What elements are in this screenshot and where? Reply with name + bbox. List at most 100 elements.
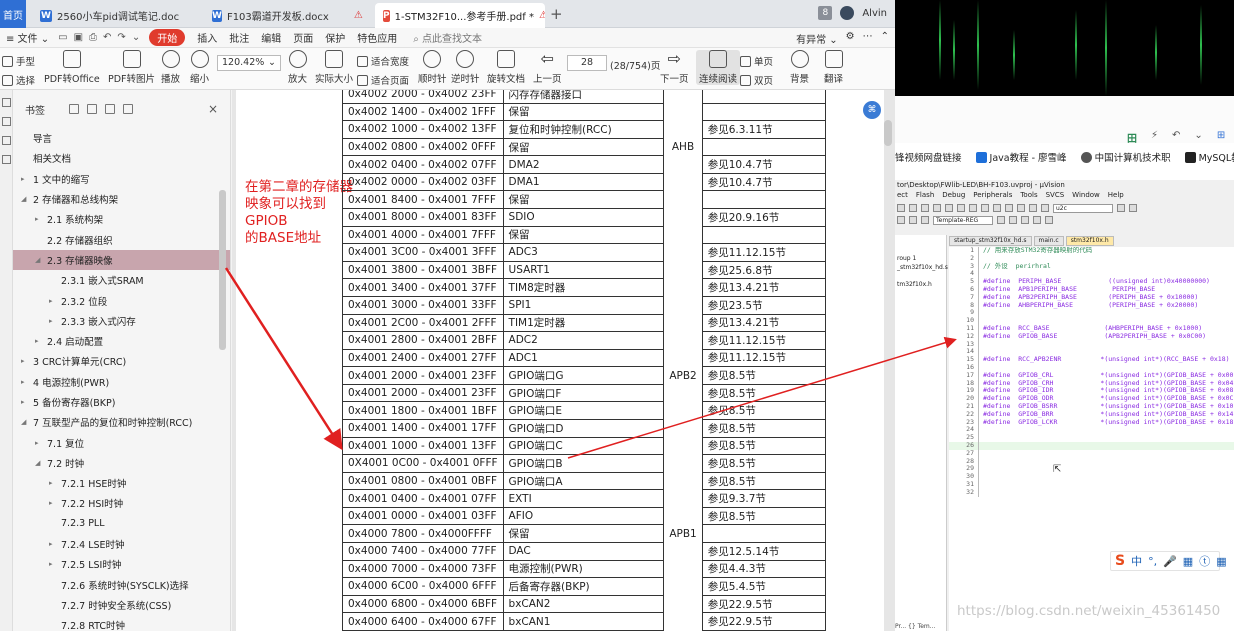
menu-file[interactable]: ≡ 文件 ⌄ [6, 30, 49, 45]
chevron-right-icon[interactable]: ▸ [49, 560, 61, 568]
sidebar-item[interactable]: 导言 [13, 128, 230, 148]
editor-tab[interactable]: startup_stm32f10x_hd.s [949, 236, 1032, 246]
chevron-right-icon[interactable]: ▸ [49, 297, 61, 305]
chevron-right-icon[interactable]: ◢ [21, 195, 33, 203]
close-icon[interactable]: × [208, 102, 218, 116]
pdf-to-office-button[interactable]: PDF转Office [44, 50, 100, 85]
uv-menu-item[interactable]: SVCS [1046, 191, 1065, 202]
sidebar-item[interactable]: ◢ 2 存储器和总线构架 [13, 189, 230, 209]
zoom-in-button[interactable]: 放大 [288, 50, 307, 85]
play-button[interactable]: 播放 [161, 50, 180, 85]
sidebar-item[interactable]: 2.2 存储器组织 [13, 229, 230, 249]
editor-tab[interactable]: main.c [1033, 236, 1064, 246]
chevron-right-icon[interactable]: ▸ [21, 378, 33, 386]
sidebar-item[interactable]: 7.2.6 系统时钟(SYSCLK)选择 [13, 575, 230, 595]
uv-menu-item[interactable]: ect [897, 191, 908, 202]
uv-menu-item[interactable]: Tools [1020, 191, 1037, 202]
more-icon[interactable]: ⌄ [132, 32, 140, 43]
chevron-right-icon[interactable]: ▸ [35, 215, 47, 223]
rotate-ccw-button[interactable]: 逆时针 [451, 50, 480, 85]
settings-icon[interactable]: ⚙ [846, 31, 855, 46]
document-scrollbar[interactable] [884, 120, 892, 146]
bookmark-remove-icon[interactable] [123, 104, 133, 114]
single-page-button[interactable]: 单页 [740, 54, 773, 68]
chevron-right-icon[interactable]: ▸ [49, 317, 61, 325]
keyboard-icon[interactable]: ▦ [1183, 555, 1193, 568]
chevron-right-icon[interactable]: ▸ [35, 337, 47, 345]
code-editor[interactable]: 1 // 用来存放STM32寄存器映射的代码 2 3 // 外设 perirhral 4 5… [949, 247, 1234, 631]
tool-icon[interactable] [969, 204, 977, 212]
bookmark-add-icon[interactable] [105, 104, 115, 114]
zoom-out-button[interactable]: 缩小 [190, 50, 209, 85]
tool-icon[interactable] [993, 204, 1001, 212]
collapse-icon[interactable]: ⌃ [881, 31, 889, 46]
hand-tool[interactable]: 手型 [2, 54, 35, 68]
tool-icon[interactable] [933, 204, 941, 212]
project-item[interactable]: roup 1 [895, 255, 946, 264]
tab-f103-board[interactable]: WF103霸道开发板.docx⚠● [204, 3, 368, 28]
menu-protect[interactable]: 保护 [325, 30, 345, 45]
sidebar-item[interactable]: 2.3.1 嵌入式SRAM [13, 270, 230, 290]
download-icon[interactable] [921, 216, 929, 224]
chevron-right-icon[interactable]: ▸ [21, 357, 33, 365]
chevron-down-icon[interactable]: ⌄ [1194, 130, 1202, 145]
grid-icon[interactable]: 田 [1127, 130, 1137, 145]
apps-icon[interactable]: ⊞ [1217, 130, 1225, 145]
chevron-right-icon[interactable]: ▸ [21, 398, 33, 406]
options-icon[interactable] [997, 216, 1005, 224]
editor-tab-active[interactable]: stm32f10x.h [1065, 236, 1114, 246]
prev-page-button[interactable]: ⇦ 上一页 [533, 50, 562, 86]
sidebar-item[interactable]: ▸ 2.1 系统构架 [13, 209, 230, 229]
sidebar-item[interactable]: 相关文档 [13, 148, 230, 168]
redo-icon[interactable]: ↷ [117, 32, 125, 43]
menu-page[interactable]: 页面 [293, 30, 313, 45]
skin-icon[interactable]: ⓣ [1199, 553, 1210, 569]
sidebar-item[interactable]: 7.2.7 时钟安全系统(CSS) [13, 595, 230, 615]
menu-edit[interactable]: 编辑 [261, 30, 281, 45]
project-item[interactable]: _stm32f10x_hd.s [895, 264, 948, 273]
more-icon[interactable]: ⋯ [863, 31, 873, 46]
fit-width-button[interactable]: 适合宽度 [357, 54, 409, 68]
tool-icon[interactable] [1029, 204, 1037, 212]
undo-icon[interactable]: ↶ [1172, 130, 1180, 145]
search-command[interactable]: ⌕ 点此查找文本 [413, 30, 482, 45]
sidebar-item[interactable]: ▸ 2.3.2 位段 [13, 290, 230, 310]
continuous-read-button[interactable]: 连续阅读 [696, 50, 741, 85]
search-panel-icon[interactable] [2, 155, 11, 164]
open-icon[interactable]: ▭ [58, 32, 67, 43]
ime-punctuation[interactable]: °, [1148, 555, 1157, 568]
actual-size-button[interactable]: 实际大小 [315, 50, 353, 85]
tab-reference-manual[interactable]: P1-STM32F10...参考手册.pdf *⚠● [375, 3, 545, 28]
tool-icon[interactable] [1017, 204, 1025, 212]
translate-button[interactable]: 翻译 [824, 50, 843, 85]
new-tab-button[interactable]: + [550, 5, 563, 23]
uv-menu-item[interactable]: Help [1108, 191, 1124, 202]
cloud-status[interactable]: 有异常 ⌄ [796, 31, 838, 46]
expand-icon[interactable] [69, 104, 79, 114]
collapse-all-icon[interactable] [87, 104, 97, 114]
sidebar-item[interactable]: ▸ 5 备份寄存器(BKP) [13, 392, 230, 412]
uv-menu-item[interactable]: Window [1072, 191, 1100, 202]
print-icon[interactable]: ⎙ [89, 32, 97, 43]
chevron-right-icon[interactable]: ▸ [49, 540, 61, 548]
chevron-right-icon[interactable]: ◢ [35, 459, 47, 467]
tab-home[interactable]: 首页 [0, 0, 26, 28]
sidebar-item[interactable]: ▸ 4 电源控制(PWR) [13, 372, 230, 392]
uv-menu-item[interactable]: Debug [942, 191, 965, 202]
zoom-input[interactable]: 120.42% ⌄ [217, 55, 281, 71]
bookmark-item[interactable]: 锋视频网盘链接 [895, 150, 962, 164]
sidebar-item[interactable]: ◢ 7.2 时钟 [13, 453, 230, 473]
sidebar-item[interactable]: ◢ 7 互联型产品的复位和时钟控制(RCC) [13, 412, 230, 432]
chevron-right-icon[interactable]: ◢ [35, 256, 47, 264]
bookmark-item[interactable]: 中国计算机技术职 [1080, 150, 1171, 164]
save-icon[interactable]: ▣ [74, 32, 83, 43]
thumbnail-panel-icon[interactable] [2, 117, 11, 126]
sidebar-item[interactable]: ▸ 3 CRC计算单元(CRC) [13, 351, 230, 371]
select-tool[interactable]: 选择 [2, 73, 35, 87]
tool-icon[interactable] [909, 204, 917, 212]
lightning-icon[interactable]: ⚡ [1151, 130, 1158, 145]
tool-icon[interactable] [1117, 204, 1125, 212]
chevron-right-icon[interactable]: ▸ [49, 479, 61, 487]
chevron-right-icon[interactable]: ▸ [21, 175, 33, 183]
bookmark-item[interactable]: Java教程 - 廖雪峰 [975, 150, 1067, 164]
